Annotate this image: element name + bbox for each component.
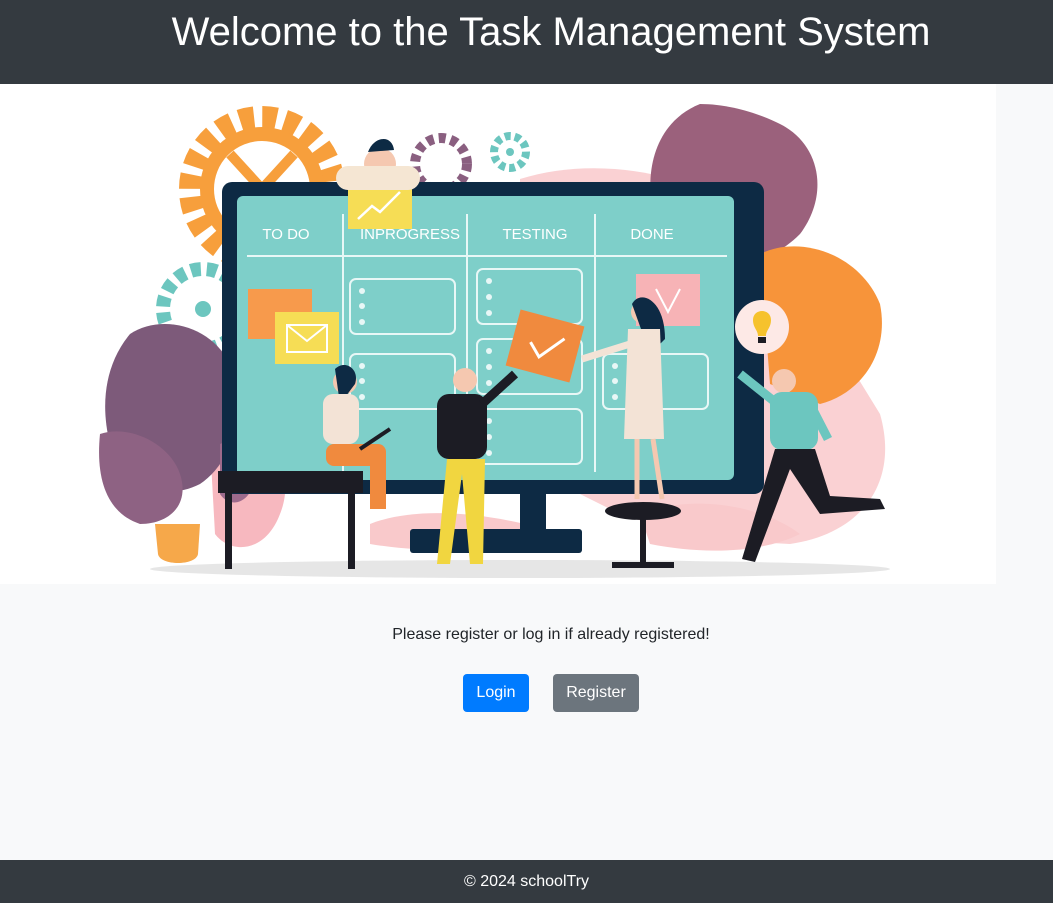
login-button[interactable]: Login bbox=[463, 674, 529, 712]
register-prompt: Please register or log in if already reg… bbox=[392, 626, 710, 643]
copyright-text: © 2024 schoolTry bbox=[463, 873, 590, 890]
gear-icon bbox=[490, 132, 530, 172]
register-button[interactable]: Register bbox=[553, 674, 639, 712]
lightbulb-icon bbox=[735, 300, 789, 354]
hero-illustration: TO DO INPROGRESS TESTING DONE bbox=[0, 84, 996, 584]
board-column-testing: TESTING bbox=[502, 226, 567, 243]
page-title: Welcome to the Task Management System bbox=[171, 10, 931, 54]
page-footer: © 2024 schoolTry bbox=[0, 860, 1053, 903]
page-header: Welcome to the Task Management System bbox=[0, 0, 1053, 84]
board-column-done: DONE bbox=[630, 226, 673, 243]
board-column-todo: TO DO bbox=[262, 226, 309, 243]
